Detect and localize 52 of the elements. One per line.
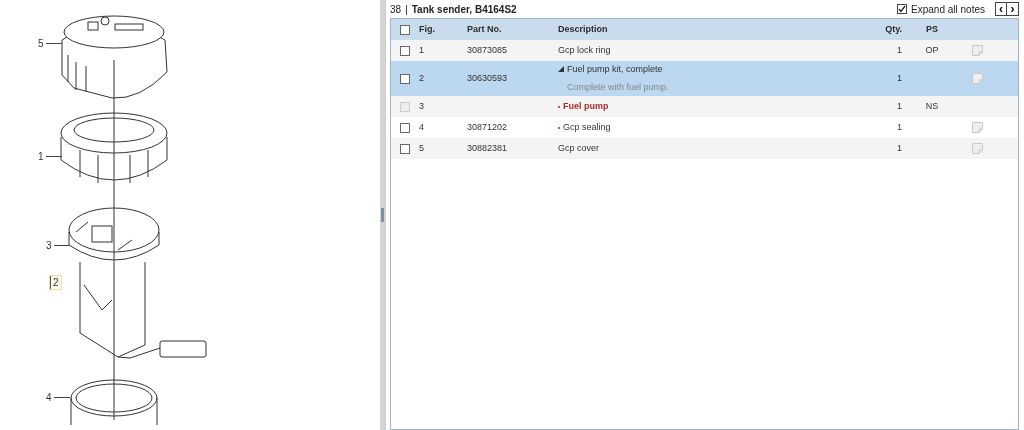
row-checkbox[interactable] bbox=[400, 45, 410, 56]
callout-label[interactable]: 2 bbox=[50, 276, 61, 289]
leader-line bbox=[53, 397, 70, 398]
table-cell-text: 4 bbox=[419, 120, 425, 134]
part-description: Gcp cover bbox=[558, 141, 599, 155]
column-header[interactable]: Fig. bbox=[419, 22, 467, 37]
table-cell-text: 1 bbox=[419, 43, 425, 57]
table-cell-text: 5 bbox=[419, 141, 425, 155]
callout-number[interactable]: 3 bbox=[46, 239, 52, 252]
table-cell-text: 30873085 bbox=[467, 43, 509, 57]
section-title: Tank sender, B4164S2 bbox=[411, 2, 517, 17]
table-cell-text: NS bbox=[924, 99, 940, 113]
row-checkbox[interactable] bbox=[400, 143, 410, 154]
table-cell-text: 30882381 bbox=[467, 141, 509, 155]
callout-number[interactable]: 1 bbox=[38, 150, 44, 163]
leader-line bbox=[45, 43, 62, 44]
table-cell-text: 30630593 bbox=[467, 71, 509, 85]
splitter-handle[interactable] bbox=[381, 208, 384, 222]
table-row[interactable]: 2 30630593 Fuel pump kit, complete Complete with fuel pump. 1 bbox=[391, 61, 1018, 96]
row-checkbox[interactable] bbox=[400, 73, 410, 84]
column-header[interactable]: Part No. bbox=[467, 22, 558, 37]
table-cell-text: 1 bbox=[896, 99, 902, 113]
table-cell-text: 1 bbox=[896, 141, 902, 155]
leader-line bbox=[53, 245, 70, 246]
row-checkbox[interactable] bbox=[400, 122, 410, 133]
table-row[interactable]: 5 30882381 Gcp cover 1 bbox=[391, 138, 1018, 159]
table-cell-text: 30871202 bbox=[467, 120, 509, 134]
select-all-checkbox[interactable] bbox=[400, 24, 410, 35]
callout-number[interactable]: 4 bbox=[46, 391, 52, 404]
section-number: 38 bbox=[390, 2, 402, 17]
expand-notes-label: Expand all notes bbox=[911, 2, 985, 17]
table-cell-text: 3 bbox=[419, 99, 425, 113]
column-header[interactable]: Description bbox=[558, 22, 838, 37]
table-cell-text: 1 bbox=[896, 43, 902, 57]
part-description: Gcp sealing bbox=[563, 120, 611, 134]
previous-button[interactable]: ‹ bbox=[996, 3, 1007, 15]
column-header[interactable]: Qty. bbox=[838, 22, 902, 37]
leader-line bbox=[45, 156, 62, 157]
table-cell-text: 2 bbox=[419, 71, 425, 85]
table-cell-text: OP bbox=[924, 43, 940, 57]
table-cell-text: 1 bbox=[896, 120, 902, 134]
separator: | bbox=[405, 2, 408, 17]
callout-number[interactable]: 5 bbox=[38, 37, 44, 50]
column-header[interactable]: PS bbox=[902, 22, 962, 37]
table-cell-text: 1 bbox=[896, 71, 902, 85]
table-row[interactable]: 1 30873085 Gcp lock ring 1 OP bbox=[391, 40, 1018, 61]
part-note: Complete with fuel pump. bbox=[566, 81, 670, 94]
expand-notes-checkbox[interactable] bbox=[897, 4, 908, 14]
part-description: Fuel pump bbox=[563, 99, 609, 113]
part-description: Fuel pump kit, complete bbox=[567, 62, 663, 76]
part-description: Gcp lock ring bbox=[558, 43, 611, 57]
collapse-triangle-icon[interactable] bbox=[558, 66, 564, 73]
